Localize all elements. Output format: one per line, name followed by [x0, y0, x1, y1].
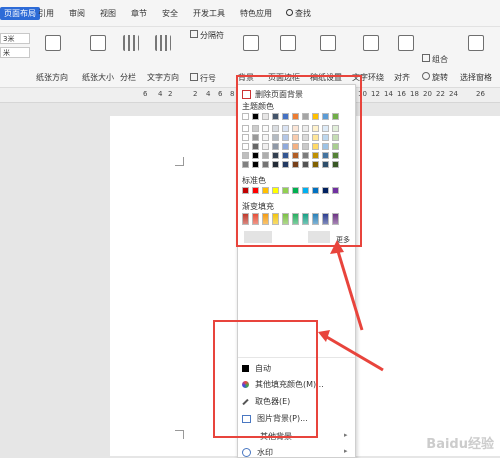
arrow-left-line [324, 334, 384, 372]
baidu-watermark: Baidu经验 [426, 437, 494, 452]
annotation-arrows [318, 240, 384, 372]
arrow-up-line [335, 247, 364, 331]
arrow-left-head [318, 330, 330, 342]
arrow-up-head [330, 240, 344, 254]
